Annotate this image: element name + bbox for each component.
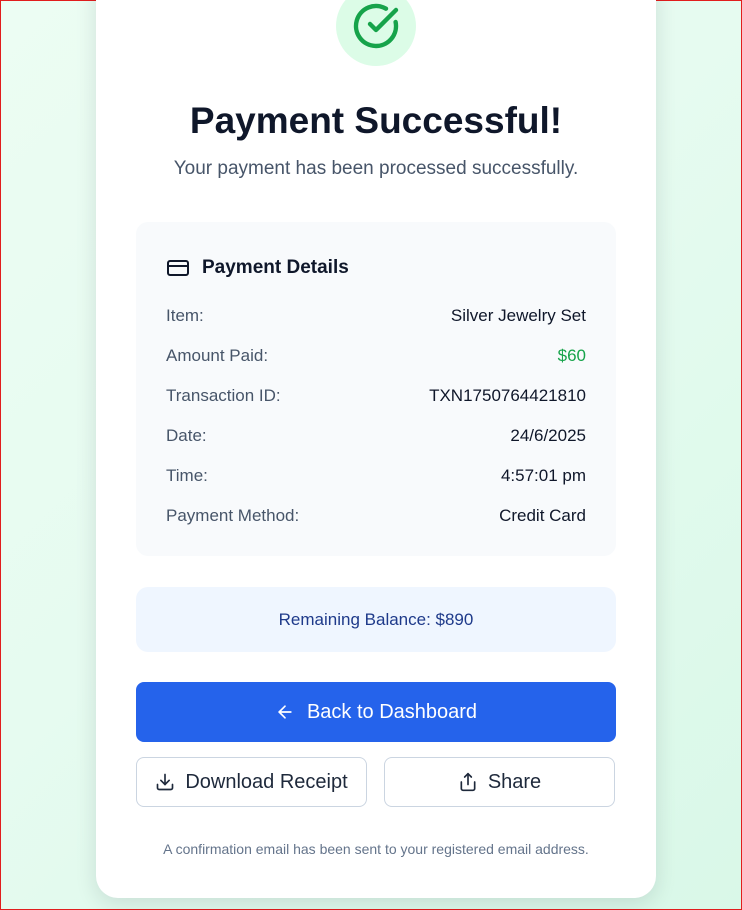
credit-card-icon: [166, 256, 190, 280]
success-badge: [336, 0, 416, 66]
detail-value: 4:57:01 pm: [500, 466, 586, 485]
download-receipt-button[interactable]: Download Receipt: [136, 757, 367, 807]
payment-details-heading: Payment Details: [202, 257, 349, 278]
check-circle-icon: [353, 3, 399, 49]
arrow-left-icon: [275, 702, 295, 722]
back-to-dashboard-label: Back to Dashboard: [306, 700, 478, 723]
detail-label: Date:: [166, 426, 207, 445]
detail-value: Silver Jewelry Set: [450, 306, 586, 325]
detail-row-payment-method: Payment Method: Credit Card: [166, 505, 586, 527]
payment-details-header: Payment Details: [166, 256, 349, 280]
payment-success-card: Payment Successful! Your payment has bee…: [96, 0, 656, 898]
page-title: Payment Successful!: [189, 100, 563, 141]
detail-value-amount: $60: [557, 346, 586, 365]
detail-row-time: Time: 4:57:01 pm: [166, 465, 586, 487]
detail-label: Payment Method:: [166, 506, 300, 525]
download-receipt-label: Download Receipt: [185, 770, 348, 793]
share-label: Share: [487, 770, 542, 793]
detail-value: 24/6/2025: [510, 426, 586, 445]
payment-details-panel: Payment Details Item: Silver Jewelry Set…: [136, 222, 616, 556]
confirmation-email-note: A confirmation email has been sent to yo…: [163, 841, 589, 857]
detail-label: Transaction ID:: [166, 386, 281, 405]
detail-label: Item:: [166, 306, 204, 325]
back-to-dashboard-button[interactable]: Back to Dashboard: [136, 682, 616, 742]
detail-row-item: Item: Silver Jewelry Set: [166, 305, 586, 327]
detail-value: Credit Card: [499, 506, 586, 525]
detail-label: Amount Paid:: [166, 346, 269, 365]
download-icon: [155, 772, 175, 792]
detail-value: TXN1750764421810: [429, 386, 586, 405]
detail-row-transaction-id: Transaction ID: TXN1750764421810: [166, 385, 586, 407]
detail-row-date: Date: 24/6/2025: [166, 425, 586, 447]
detail-row-amount: Amount Paid: $60: [166, 345, 586, 367]
remaining-balance-banner: Remaining Balance: $890: [136, 587, 616, 652]
detail-label: Time:: [166, 466, 208, 485]
page-subtitle: Your payment has been processed successf…: [173, 158, 579, 179]
share-icon: [458, 772, 478, 792]
share-button[interactable]: Share: [384, 757, 615, 807]
